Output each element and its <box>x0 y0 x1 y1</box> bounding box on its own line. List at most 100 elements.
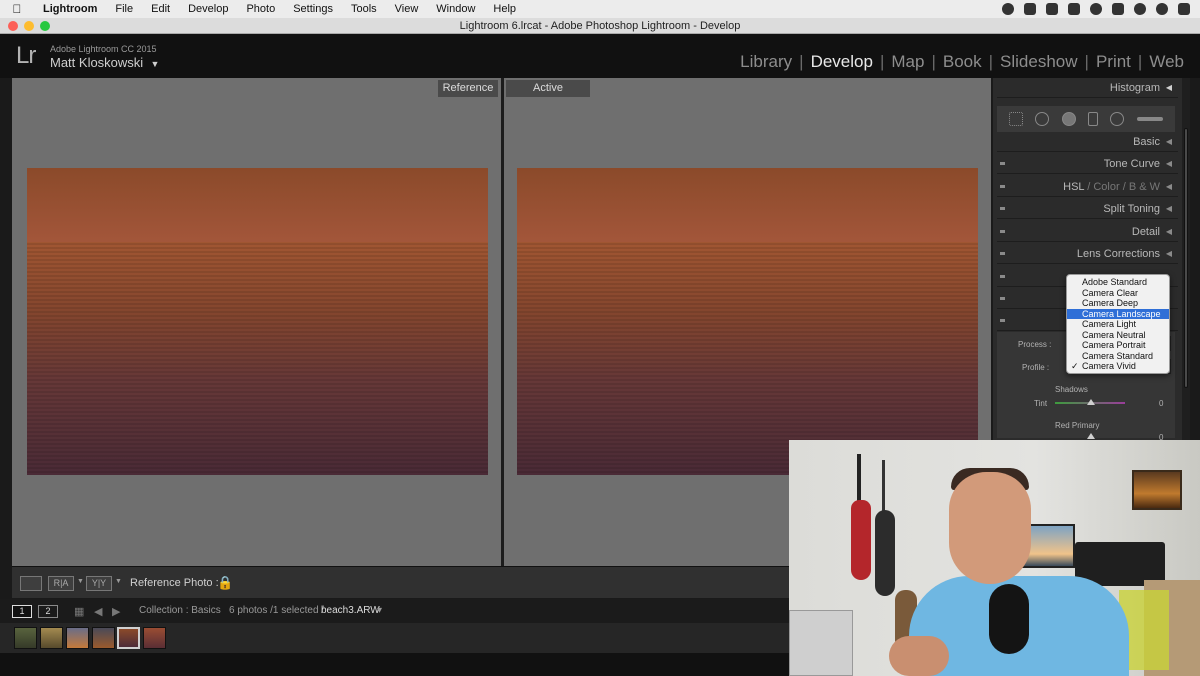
notification-center-icon[interactable] <box>1178 3 1190 15</box>
lens-corrections-panel-header[interactable]: Lens Corrections ◀ <box>997 244 1178 264</box>
menu-edit[interactable]: Edit <box>142 0 179 18</box>
secondary-window-button[interactable]: 2 <box>38 605 58 618</box>
menu-develop[interactable]: Develop <box>179 0 237 18</box>
panel-switch-icon[interactable] <box>1000 230 1005 233</box>
detail-panel-header[interactable]: Detail ◀ <box>997 222 1178 242</box>
minimize-window-button[interactable] <box>24 21 34 31</box>
lock-icon[interactable]: 🔒 <box>217 575 233 591</box>
panel-switch-icon[interactable] <box>1000 297 1005 300</box>
profile-option[interactable]: Camera Neutral <box>1067 330 1169 341</box>
profile-option-checked[interactable]: ✓ Camera Vivid <box>1067 361 1169 372</box>
webcam-dark-guitar <box>875 510 895 596</box>
siri-icon[interactable] <box>1156 3 1168 15</box>
menu-settings[interactable]: Settings <box>284 0 342 18</box>
crop-overlay-tool-icon[interactable] <box>1009 112 1024 126</box>
status-evernote-icon[interactable] <box>1046 3 1058 15</box>
status-screen-icon[interactable] <box>1024 3 1036 15</box>
airplay-icon[interactable] <box>1112 3 1124 15</box>
selected-filename[interactable]: beach3.ARW <box>321 605 380 616</box>
loupe-view-button[interactable] <box>20 576 42 591</box>
menu-photo[interactable]: Photo <box>237 0 284 18</box>
primary-window-button[interactable]: 1 <box>12 605 32 618</box>
profile-option[interactable]: Camera Deep <box>1067 298 1169 309</box>
wifi-icon[interactable] <box>1090 3 1102 15</box>
adjustment-brush-tool-icon[interactable] <box>1136 117 1163 121</box>
module-map[interactable]: Map <box>885 52 930 72</box>
red-primary-hue-slider-thumb[interactable] <box>1087 433 1095 439</box>
filmstrip-thumbnail[interactable] <box>92 627 115 649</box>
panel-switch-icon[interactable] <box>1000 207 1005 210</box>
scrollbar-thumb[interactable] <box>1184 128 1188 388</box>
menu-help[interactable]: Help <box>484 0 525 18</box>
profile-option[interactable]: Camera Clear <box>1067 288 1169 299</box>
module-print[interactable]: Print <box>1090 52 1137 72</box>
spot-removal-tool-icon[interactable] <box>1035 112 1050 126</box>
collection-source[interactable]: Collection : Basics <box>139 605 221 616</box>
filename-caret-icon[interactable]: ▾ <box>377 605 382 616</box>
profile-option[interactable]: Adobe Standard <box>1067 277 1169 288</box>
lens-corrections-title: Lens Corrections <box>1076 248 1160 260</box>
back-arrow-icon[interactable]: ◀ <box>94 605 102 618</box>
red-eye-tool-icon[interactable] <box>1061 112 1076 126</box>
module-develop[interactable]: Develop <box>805 52 879 72</box>
module-web[interactable]: Web <box>1143 52 1190 72</box>
forward-arrow-icon[interactable]: ▶ <box>112 605 120 618</box>
zoom-window-button[interactable] <box>40 21 50 31</box>
filmstrip-thumbnail[interactable] <box>40 627 63 649</box>
panel-switch-icon[interactable] <box>1000 162 1005 165</box>
reference-pane[interactable]: Reference <box>12 78 502 566</box>
menu-tools[interactable]: Tools <box>342 0 386 18</box>
active-label: Active <box>506 80 590 97</box>
radial-filter-tool-icon[interactable] <box>1110 112 1125 126</box>
panel-switch-icon[interactable] <box>1000 185 1005 188</box>
grid-view-icon[interactable]: ▦ <box>74 605 84 618</box>
profile-option[interactable]: Camera Standard <box>1067 351 1169 362</box>
apple-icon[interactable]:  <box>0 2 34 16</box>
filmstrip-thumbnail[interactable] <box>66 627 89 649</box>
profile-option[interactable]: Camera Portrait <box>1067 340 1169 351</box>
profile-label: Profile : <box>1022 363 1050 372</box>
reference-view-button[interactable]: R|A <box>48 576 74 591</box>
before-after-caret-icon[interactable]: ▼ <box>115 578 122 585</box>
module-book[interactable]: Book <box>937 52 988 72</box>
panel-switch-icon[interactable] <box>1000 252 1005 255</box>
panel-switch-icon[interactable] <box>1000 319 1005 322</box>
menu-file[interactable]: File <box>106 0 142 18</box>
hsl-tab-color[interactable]: Color <box>1093 181 1119 193</box>
filmstrip-thumbnail-selected[interactable] <box>117 627 140 649</box>
before-after-button[interactable]: Y|Y <box>86 576 112 591</box>
tone-curve-panel-header[interactable]: Tone Curve ◀ <box>997 154 1178 174</box>
split-toning-panel-header[interactable]: Split Toning ◀ <box>997 199 1178 219</box>
hsl-panel-header[interactable]: HSL / Color / B & W ◀ <box>997 177 1178 197</box>
panel-switch-icon[interactable] <box>1000 275 1005 278</box>
status-app-icon[interactable] <box>1002 3 1014 15</box>
spotlight-search-icon[interactable] <box>1134 3 1146 15</box>
menu-view[interactable]: View <box>386 0 428 18</box>
right-panel-scrollbar[interactable] <box>1182 78 1190 440</box>
active-photo <box>517 168 978 475</box>
status-dropbox-icon[interactable] <box>1068 3 1080 15</box>
menu-app-lightroom[interactable]: Lightroom <box>34 0 106 18</box>
filmstrip-thumbnail[interactable] <box>14 627 37 649</box>
module-library[interactable]: Library <box>734 52 798 72</box>
product-name: Adobe Lightroom CC 2015 <box>50 44 157 54</box>
module-slideshow[interactable]: Slideshow <box>994 52 1084 72</box>
basic-panel-header[interactable]: Basic ◀ <box>997 132 1178 152</box>
profile-option-highlighted[interactable]: Camera Landscape <box>1067 308 1169 319</box>
hsl-tab-bw[interactable]: B & W <box>1129 181 1160 193</box>
shadows-tint-slider-thumb[interactable] <box>1087 399 1095 405</box>
menu-window[interactable]: Window <box>427 0 484 18</box>
filmstrip-thumbnail[interactable] <box>143 627 166 649</box>
profile-option[interactable]: Camera Light <box>1067 319 1169 330</box>
expand-arrow-icon: ◀ <box>1165 182 1172 191</box>
close-window-button[interactable] <box>8 21 18 31</box>
shadows-tint-value[interactable]: 0 <box>1159 399 1163 408</box>
hsl-separator: / <box>1122 181 1126 193</box>
webcam-guitar-neck <box>882 460 885 514</box>
view-caret-icon[interactable]: ▼ <box>77 578 84 585</box>
histogram-panel-header[interactable]: Histogram ◀ <box>997 78 1178 98</box>
identity-plate-user[interactable]: Matt Kloskowski ▼ <box>50 55 159 70</box>
hsl-tab-hsl[interactable]: HSL <box>1063 181 1084 193</box>
graduated-filter-tool-icon[interactable] <box>1088 112 1099 126</box>
expand-arrow-icon: ◀ <box>1165 249 1172 258</box>
